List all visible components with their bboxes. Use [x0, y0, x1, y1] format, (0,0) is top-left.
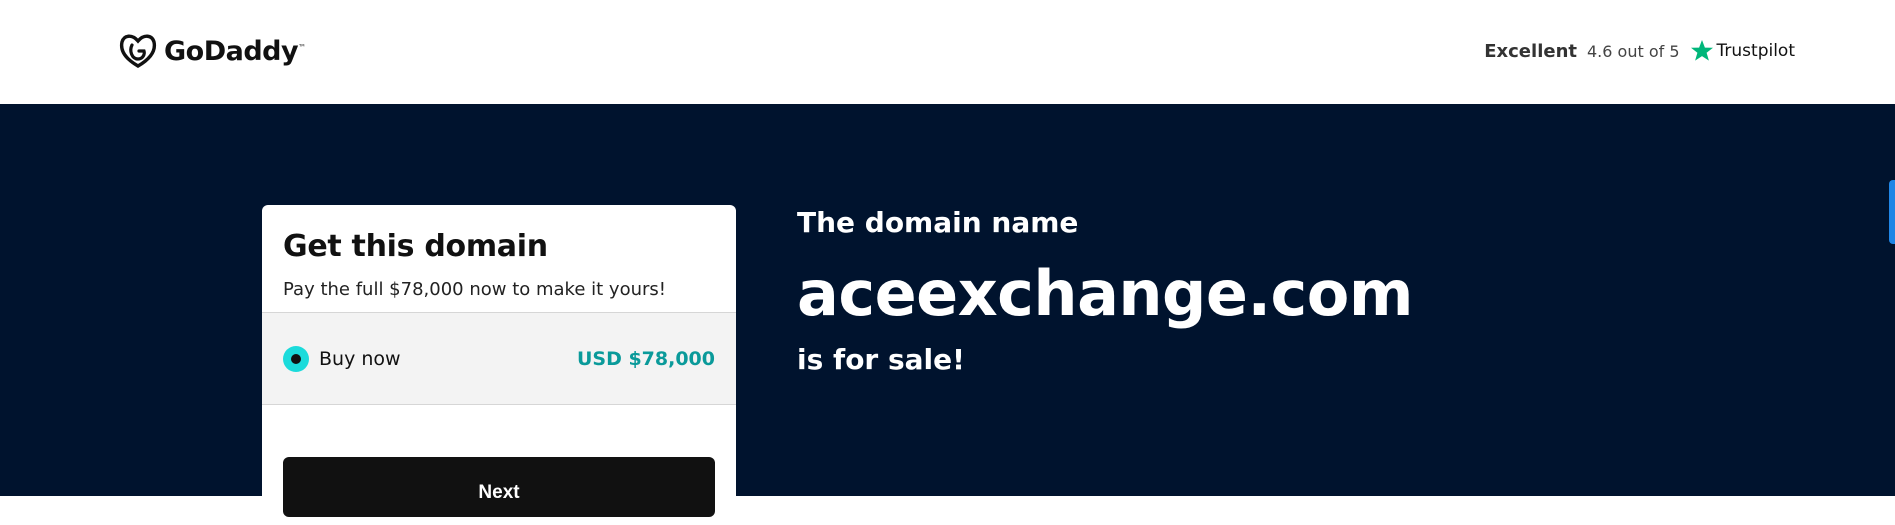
card-header: Get this domain Pay the full $78,000 now… [262, 205, 736, 313]
trustpilot-rating[interactable]: Excellent 4.6 out of 5 Trustpilot [1484, 34, 1795, 68]
card-subtitle: Pay the full $78,000 now to make it your… [283, 279, 666, 300]
buy-now-option[interactable]: Buy now USD $78,000 [262, 313, 736, 405]
purchase-card: Get this domain Pay the full $78,000 now… [262, 205, 736, 525]
brand-name: GoDaddy™ [164, 35, 306, 67]
top-header: GoDaddy™ Excellent 4.6 out of 5 Trustpil… [0, 0, 1895, 104]
side-feedback-tab[interactable] [1889, 180, 1895, 244]
buy-now-radio[interactable] [283, 345, 309, 372]
trustpilot-label: Trustpilot [1716, 41, 1795, 61]
buy-now-price: USD $78,000 [576, 347, 715, 370]
trustpilot-brand: Trustpilot [1690, 39, 1795, 63]
godaddy-logo-icon [119, 34, 157, 68]
rating-score: 4.6 out of 5 [1587, 41, 1680, 61]
godaddy-logo[interactable]: GoDaddy™ [118, 32, 306, 70]
card-title: Get this domain [283, 229, 548, 264]
rating-label: Excellent [1484, 40, 1577, 62]
trustpilot-star-icon [1690, 40, 1713, 61]
radio-selected-dot [291, 353, 301, 364]
domain-headline: The domain name aceexchange.com is for s… [797, 206, 1413, 376]
domain-name: aceexchange.com [797, 257, 1413, 330]
buy-now-label: Buy now [319, 347, 401, 370]
headline-intro: The domain name [797, 206, 1079, 239]
headline-outro: is for sale! [797, 343, 965, 376]
next-button[interactable]: Next [283, 457, 715, 517]
